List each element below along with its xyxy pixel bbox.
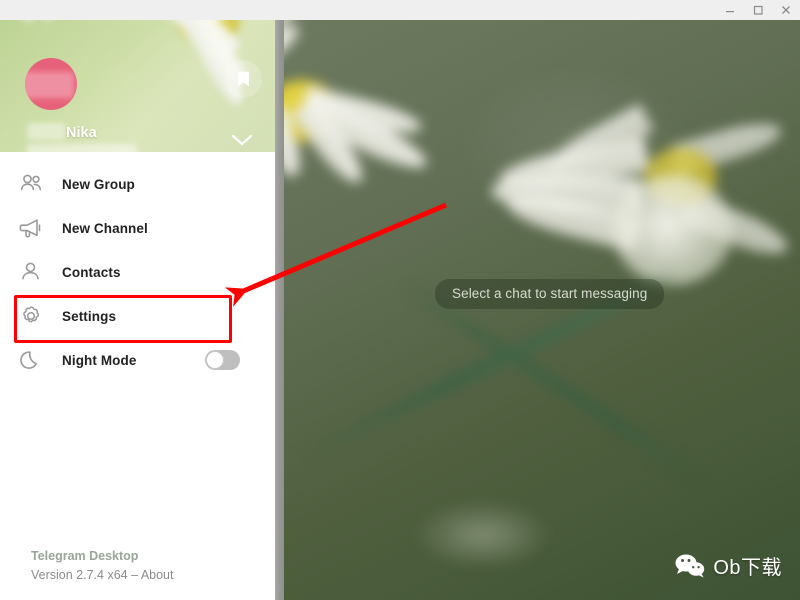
pane-divider xyxy=(275,20,284,600)
watermark: Ob下载 xyxy=(675,551,782,580)
account-header: Nika xyxy=(0,20,275,152)
chat-pane: Select a chat to start messaging Ob下载 xyxy=(283,20,800,600)
gear-icon xyxy=(0,304,62,328)
menu-item-label: New Group xyxy=(62,176,135,192)
avatar-blur xyxy=(25,72,74,98)
menu-item-new-channel[interactable]: New Channel xyxy=(0,206,275,250)
moon-icon xyxy=(0,349,62,371)
megaphone-icon xyxy=(0,217,62,239)
telegram-desktop-window: Select a chat to start messaging Ob下载 Ni… xyxy=(0,0,800,600)
flower-leaf xyxy=(413,500,553,570)
maximize-icon xyxy=(753,5,763,15)
minimize-button[interactable] xyxy=(716,0,744,20)
person-icon xyxy=(0,261,62,283)
app-version-line: Version 2.7.4 x64 – About xyxy=(31,568,173,582)
minimize-icon xyxy=(726,11,734,13)
chevron-down-icon xyxy=(231,134,253,146)
account-switcher-button[interactable] xyxy=(228,130,256,150)
about-link[interactable]: About xyxy=(141,568,174,582)
menu-item-night-mode[interactable]: Night Mode xyxy=(0,338,275,382)
menu-item-label: Night Mode xyxy=(62,352,137,368)
saved-messages-button[interactable] xyxy=(224,60,262,98)
close-icon xyxy=(782,6,790,14)
chat-wallpaper xyxy=(283,20,800,600)
menu-item-label: New Channel xyxy=(62,220,148,236)
night-mode-toggle[interactable] xyxy=(205,350,240,370)
group-icon xyxy=(0,173,62,195)
bookmark-icon xyxy=(237,71,249,87)
phone-number-redaction xyxy=(27,144,137,152)
menu-item-settings[interactable]: Settings xyxy=(0,294,275,338)
toggle-knob xyxy=(206,351,224,369)
menu-list: New Group New Channel Contacts Settings … xyxy=(0,162,275,382)
title-bar xyxy=(0,0,800,20)
main-menu-panel: Nika New Group New Channel Contacts Sett… xyxy=(0,20,275,600)
menu-item-contacts[interactable]: Contacts xyxy=(0,250,275,294)
watermark-text: Ob下载 xyxy=(713,557,782,579)
app-version: Version 2.7.4 x64 – xyxy=(31,568,141,582)
account-name-redaction xyxy=(27,123,65,140)
wechat-icon xyxy=(675,554,705,577)
app-info-footer: Telegram Desktop Version 2.7.4 x64 – Abo… xyxy=(31,549,173,582)
account-name: Nika xyxy=(66,125,97,141)
avatar[interactable] xyxy=(25,58,77,110)
empty-chat-message: Select a chat to start messaging xyxy=(435,279,665,309)
menu-item-label: Contacts xyxy=(62,264,121,280)
maximize-button[interactable] xyxy=(744,0,772,20)
menu-item-new-group[interactable]: New Group xyxy=(0,162,275,206)
app-name: Telegram Desktop xyxy=(31,549,139,563)
menu-item-label: Settings xyxy=(62,308,117,324)
close-button[interactable] xyxy=(772,0,800,20)
